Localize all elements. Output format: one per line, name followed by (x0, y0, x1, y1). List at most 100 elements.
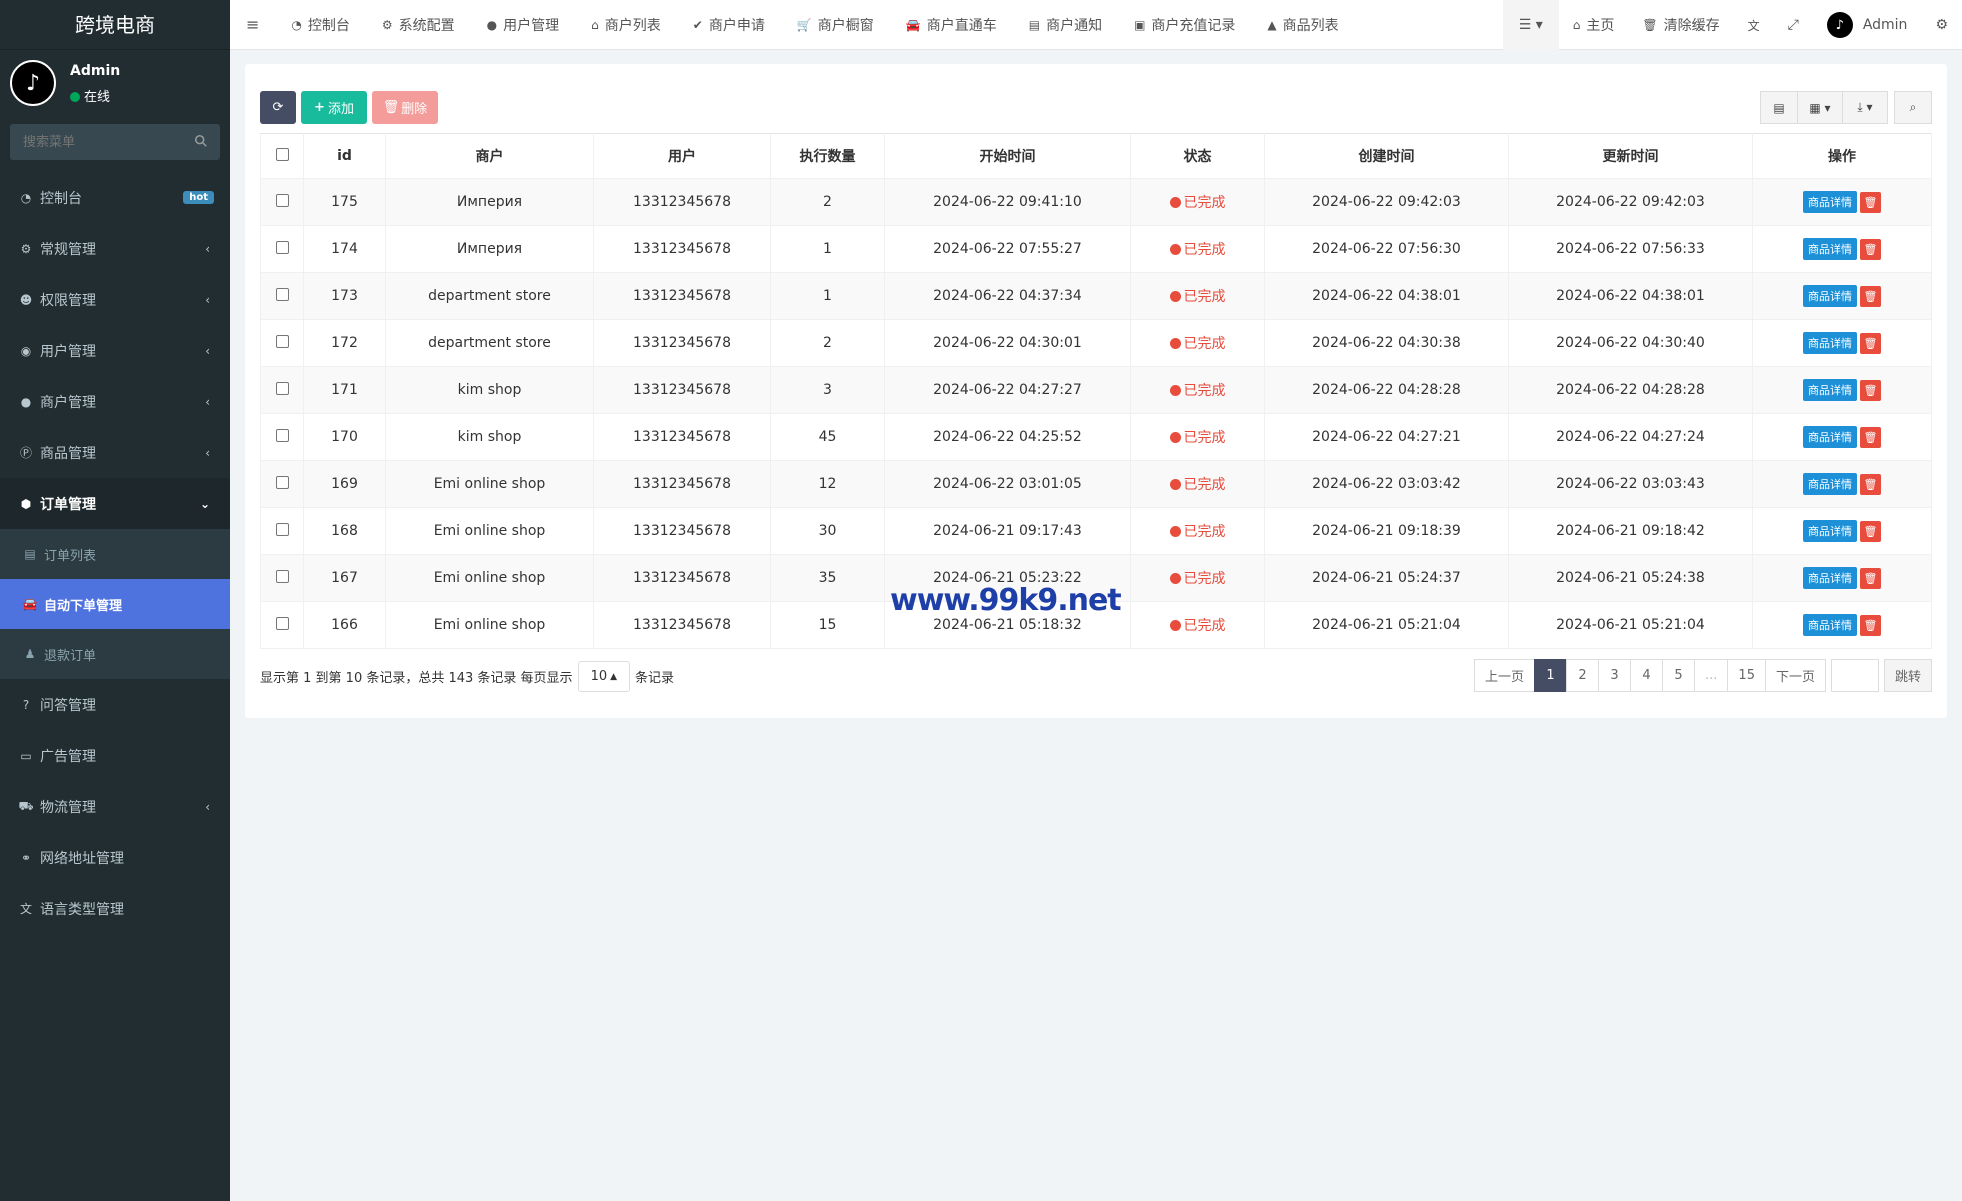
sidebar-item-refund-orders[interactable]: ♟ 退款订单 (0, 629, 230, 679)
table-row[interactable]: 168 Emi online shop 13312345678 30 2024-06-2… (260, 507, 1932, 555)
page-button[interactable]: 3 (1598, 659, 1632, 692)
sidebar-item-auto-order[interactable]: 🚘 自动下单管理 (0, 579, 230, 629)
sidebar-toggle[interactable]: ≡ (230, 0, 275, 50)
brand-logo[interactable]: 跨境电商 (0, 0, 230, 50)
tab-product-list[interactable]: ▲ 商品列表 (1251, 0, 1354, 50)
col-id[interactable]: id (303, 133, 386, 179)
jump-button[interactable]: 跳转 (1883, 659, 1932, 692)
table-row[interactable]: 172 department store 13312345678 2 2024-06-2… (260, 319, 1932, 367)
col-count[interactable]: 执行数量 (770, 133, 885, 179)
next-page-button[interactable]: 下一页 (1764, 659, 1826, 692)
product-detail-button[interactable]: 商品详情 (1803, 567, 1857, 589)
export-dropdown[interactable]: ⤓ ▾ (1842, 91, 1888, 124)
tab-merchant-showcase[interactable]: 🛒 商户橱窗 (781, 0, 890, 50)
tab-user-management[interactable]: ● 用户管理 (471, 0, 575, 50)
table-row[interactable]: 173 department store 13312345678 1 2024-06-2… (260, 272, 1932, 320)
row-delete-button[interactable]: 🗑 (1860, 473, 1881, 495)
row-checkbox[interactable] (275, 334, 289, 348)
product-detail-button[interactable]: 商品详情 (1803, 191, 1857, 213)
page-button[interactable]: 15 (1727, 659, 1766, 692)
row-checkbox[interactable] (275, 569, 289, 583)
home-link[interactable]: ⌂ 主页 (1559, 0, 1629, 50)
row-checkbox[interactable] (275, 475, 289, 489)
product-detail-button[interactable]: 商品详情 (1803, 238, 1857, 260)
row-delete-button[interactable]: 🗑 (1860, 379, 1881, 401)
control-sidebar-toggle[interactable]: ⚙ (1921, 0, 1962, 50)
refresh-button[interactable]: ⟳ (260, 91, 296, 124)
table-row[interactable]: 174 Империя 13312345678 1 2024-06-22 07:55:2… (260, 225, 1932, 273)
col-user[interactable]: 用户 (593, 133, 771, 179)
row-checkbox[interactable] (275, 240, 289, 254)
row-delete-button[interactable]: 🗑 (1860, 238, 1881, 260)
table-row[interactable]: 175 Империя 13312345678 2 2024-06-22 09:41:1… (260, 178, 1932, 226)
product-detail-button[interactable]: 商品详情 (1803, 520, 1857, 542)
sidebar-item-auth[interactable]: ☻ 权限管理 ‹ (0, 274, 230, 325)
sidebar-item-order-list[interactable]: ▤ 订单列表 (0, 529, 230, 579)
sidebar-item-network[interactable]: ⚭ 网络地址管理 (0, 832, 230, 883)
delete-button[interactable]: 🗑 删除 (372, 91, 438, 124)
language-toggle[interactable]: 文 (1734, 0, 1774, 50)
row-delete-button[interactable]: 🗑 (1860, 191, 1881, 213)
menu-search-input[interactable] (10, 124, 220, 160)
col-status[interactable]: 状态 (1130, 133, 1265, 179)
row-delete-button[interactable]: 🗑 (1860, 285, 1881, 307)
col-start-time[interactable]: 开始时间 (884, 133, 1131, 179)
page-size-select[interactable]: 10 ▲ (577, 661, 631, 692)
row-delete-button[interactable]: 🗑 (1860, 426, 1881, 448)
sidebar-item-users[interactable]: ◉ 用户管理 ‹ (0, 325, 230, 376)
row-checkbox[interactable] (275, 428, 289, 442)
search-icon[interactable] (194, 134, 208, 148)
sidebar-item-qa[interactable]: ? 问答管理 (0, 679, 230, 730)
tab-merchant-recharge[interactable]: ▣ 商户充值记录 (1118, 0, 1251, 50)
sidebar-item-merchants[interactable]: ● 商户管理 ‹ (0, 376, 230, 427)
prev-page-button[interactable]: 上一页 (1474, 659, 1536, 692)
admin-menu[interactable]: ♪ Admin (1813, 0, 1922, 50)
row-delete-button[interactable]: 🗑 (1860, 567, 1881, 589)
tab-system-config[interactable]: ⚙ 系统配置 (366, 0, 471, 50)
row-delete-button[interactable]: 🗑 (1860, 520, 1881, 542)
row-checkbox[interactable] (275, 193, 289, 207)
product-detail-button[interactable]: 商品详情 (1803, 379, 1857, 401)
row-delete-button[interactable]: 🗑 (1860, 332, 1881, 354)
col-updated[interactable]: 更新时间 (1508, 133, 1753, 179)
tab-merchant-notice[interactable]: ▤ 商户通知 (1013, 0, 1118, 50)
row-checkbox[interactable] (275, 287, 289, 301)
row-checkbox[interactable] (275, 381, 289, 395)
table-row[interactable]: 171 kim shop 13312345678 3 2024-06-22 04:27:… (260, 366, 1932, 414)
product-detail-button[interactable]: 商品详情 (1803, 614, 1857, 636)
tab-merchant-apply[interactable]: ✔ 商户申请 (677, 0, 781, 50)
sidebar-item-logistics[interactable]: ⛟ 物流管理 ‹ (0, 781, 230, 832)
product-detail-button[interactable]: 商品详情 (1803, 285, 1857, 307)
select-all-checkbox[interactable] (275, 147, 289, 161)
col-merchant[interactable]: 商户 (385, 133, 594, 179)
add-button[interactable]: + 添加 (301, 91, 367, 124)
sidebar-item-ads[interactable]: ▭ 广告管理 (0, 730, 230, 781)
row-delete-button[interactable]: 🗑 (1860, 614, 1881, 636)
sidebar-item-products[interactable]: Ⓟ 商品管理 ‹ (0, 427, 230, 478)
product-detail-button[interactable]: 商品详情 (1803, 426, 1857, 448)
tabs-menu-dropdown[interactable]: ☰ ▾ (1502, 0, 1559, 50)
jump-page-input[interactable] (1830, 659, 1879, 692)
tab-merchant-list[interactable]: ⌂ 商户列表 (575, 0, 677, 50)
sidebar-item-general[interactable]: ⚙ 常规管理 ‹ (0, 223, 230, 274)
columns-dropdown[interactable]: ▦ ▾ (1797, 91, 1843, 124)
page-button[interactable]: 1 (1534, 659, 1568, 692)
row-checkbox[interactable] (275, 616, 289, 630)
col-created[interactable]: 创建时间 (1264, 133, 1509, 179)
product-detail-button[interactable]: 商品详情 (1803, 473, 1857, 495)
page-button[interactable]: 5 (1662, 659, 1696, 692)
clear-cache-button[interactable]: 🗑 清除缓存 (1628, 0, 1733, 50)
table-row[interactable]: 170 kim shop 13312345678 45 2024-06-22 04:25… (260, 413, 1932, 461)
sidebar-item-language[interactable]: 文语言类型管理 (0, 883, 230, 934)
sidebar-item-dashboard[interactable]: ◔ 控制台 hot (0, 172, 230, 223)
sidebar-item-orders[interactable]: ⬢ 订单管理 ⌄ (0, 478, 230, 529)
page-button[interactable]: 4 (1630, 659, 1664, 692)
search-toggle-button[interactable]: ⌕ (1894, 91, 1932, 124)
toggle-view-button[interactable]: ▤ (1760, 91, 1798, 124)
tab-dashboard[interactable]: ◔ 控制台 (275, 0, 365, 50)
tab-merchant-express[interactable]: 🚘 商户直通车 (890, 0, 1013, 50)
product-detail-button[interactable]: 商品详情 (1803, 332, 1857, 354)
row-checkbox[interactable] (275, 522, 289, 536)
fullscreen-button[interactable]: ⤢ (1774, 0, 1813, 50)
page-button[interactable]: 2 (1566, 659, 1600, 692)
